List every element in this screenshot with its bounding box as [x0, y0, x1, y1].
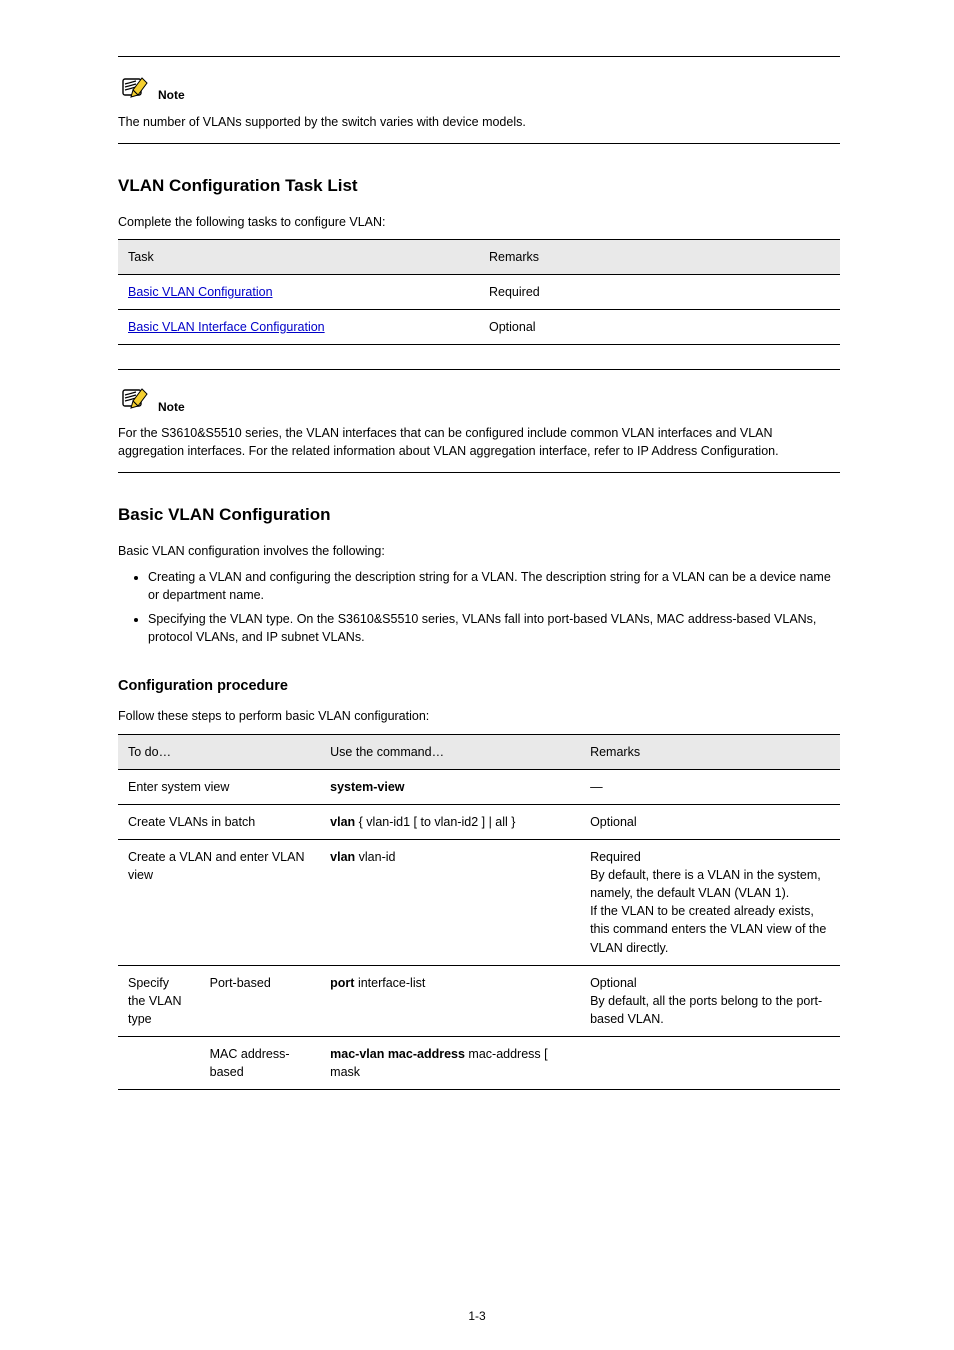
cfg-row1-remarks: — — [580, 769, 840, 804]
task-list-header-remarks: Remarks — [479, 239, 840, 274]
section-title-basic-vlan: Basic VLAN Configuration — [118, 503, 840, 528]
task-list-header-row: Task Remarks — [118, 239, 840, 274]
cfg-header-cmd: Use the command… — [320, 734, 580, 769]
cfg-row4-sub1-remarks: Optional By default, all the ports belon… — [580, 965, 840, 1036]
note-body-1: The number of VLANs supported by the swi… — [118, 113, 840, 131]
note-head: Note — [118, 75, 840, 107]
cfg-row3-cmd-prefix: vlan — [330, 850, 359, 864]
cfg-row2-cmd-args: { vlan-id1 [ to vlan-id2 ] | all } — [359, 815, 516, 829]
task-list-caption: Complete the following tasks to configur… — [118, 213, 840, 231]
cfg-table: To do… Use the command… Remarks Enter sy… — [118, 734, 840, 1091]
cfg-row4-sub1-cmd-args: interface-list — [358, 976, 425, 990]
task-list-header-task: Task — [118, 239, 479, 274]
section-title-task-list: VLAN Configuration Task List — [118, 174, 840, 199]
cfg-row3-cmd-args: vlan-id — [359, 850, 396, 864]
page: Note The number of VLANs supported by th… — [0, 0, 954, 1350]
basic-vlan-intro: Basic VLAN configuration involves the fo… — [118, 542, 840, 560]
task-list-table: Task Remarks Basic VLAN Configuration Re… — [118, 239, 840, 345]
cfg-procedure-heading: Configuration procedure — [118, 676, 840, 697]
table-row: Basic VLAN Interface Configuration Optio… — [118, 309, 840, 344]
list-item: Specifying the VLAN type. On the S3610&S… — [148, 610, 840, 646]
cfg-row1-cmd: system-view — [330, 780, 404, 794]
cfg-header-remarks: Remarks — [580, 734, 840, 769]
note-icon — [118, 386, 152, 418]
cfg-row4-todo-split: Specify the VLAN type Port-based — [118, 965, 320, 1036]
note-label: Note — [158, 87, 185, 106]
cfg-row4b-left-empty — [118, 1037, 200, 1089]
basic-vlan-bullets: Creating a VLAN and configuring the desc… — [118, 568, 840, 647]
cfg-row1-todo: Enter system view — [118, 769, 320, 804]
note-block-2: Note For the S3610&S5510 series, the VLA… — [118, 386, 840, 460]
table-row: Basic VLAN Configuration Required — [118, 274, 840, 309]
task-remarks-0: Required — [479, 274, 840, 309]
table-row: Create a VLAN and enter VLAN view vlan v… — [118, 839, 840, 965]
table-row: MAC address-based mac-vlan mac-address m… — [118, 1037, 840, 1090]
cfg-row2-todo: Create VLANs in batch — [118, 804, 320, 839]
cfg-row4-sub2-remarks-empty — [580, 1037, 840, 1090]
note1-sep — [118, 143, 840, 144]
cfg-row2-cmd-prefix: vlan — [330, 815, 359, 829]
cfg-row4b-todo-split: MAC address-based — [118, 1037, 320, 1090]
task-list-bottom-rule — [118, 369, 840, 370]
note2-sep — [118, 472, 840, 473]
table-row: Enter system view system-view — — [118, 769, 840, 804]
cfg-row4-sub2-label: MAC address-based — [200, 1037, 321, 1089]
note-label-2: Note — [158, 399, 185, 418]
cfg-row3-remark-line2: If the VLAN to be created already exists… — [590, 902, 830, 956]
cfg-row3-remarks: Required By default, there is a VLAN in … — [580, 839, 840, 965]
note-head-2: Note — [118, 386, 840, 418]
page-number: 1-3 — [0, 1308, 954, 1325]
cfg-row3-remark-line0: Required — [590, 848, 830, 866]
task-remarks-1: Optional — [479, 309, 840, 344]
note-body-2: For the S3610&S5510 series, the VLAN int… — [118, 424, 840, 460]
task-link-basic-vlan-interface[interactable]: Basic VLAN Interface Configuration — [128, 320, 325, 334]
cfg-row4-sub1-label: Port-based — [200, 966, 321, 1036]
cfg-row4-sub1-cmd-prefix: port — [330, 976, 358, 990]
task-link-basic-vlan[interactable]: Basic VLAN Configuration — [128, 285, 273, 299]
table-row: Specify the VLAN type Port-based port in… — [118, 965, 840, 1036]
table-row: Create VLANs in batch vlan { vlan-id1 [ … — [118, 804, 840, 839]
top-rule — [118, 56, 840, 57]
cfg-procedure-caption: Follow these steps to perform basic VLAN… — [118, 707, 840, 725]
cfg-row4-left-label: Specify the VLAN type — [118, 966, 200, 1036]
cfg-row2-remarks: Optional — [580, 804, 840, 839]
cfg-header-row: To do… Use the command… Remarks — [118, 734, 840, 769]
list-item: Creating a VLAN and configuring the desc… — [148, 568, 840, 604]
cfg-row4-sub2-cmd-prefix: mac-vlan mac-address — [330, 1047, 465, 1061]
note-block-1: Note The number of VLANs supported by th… — [118, 75, 840, 131]
note-icon — [118, 75, 152, 107]
cfg-row3-todo: Create a VLAN and enter VLAN view — [118, 839, 320, 965]
cfg-row3-remark-line1: By default, there is a VLAN in the syste… — [590, 866, 830, 902]
cfg-header-todo: To do… — [118, 734, 320, 769]
